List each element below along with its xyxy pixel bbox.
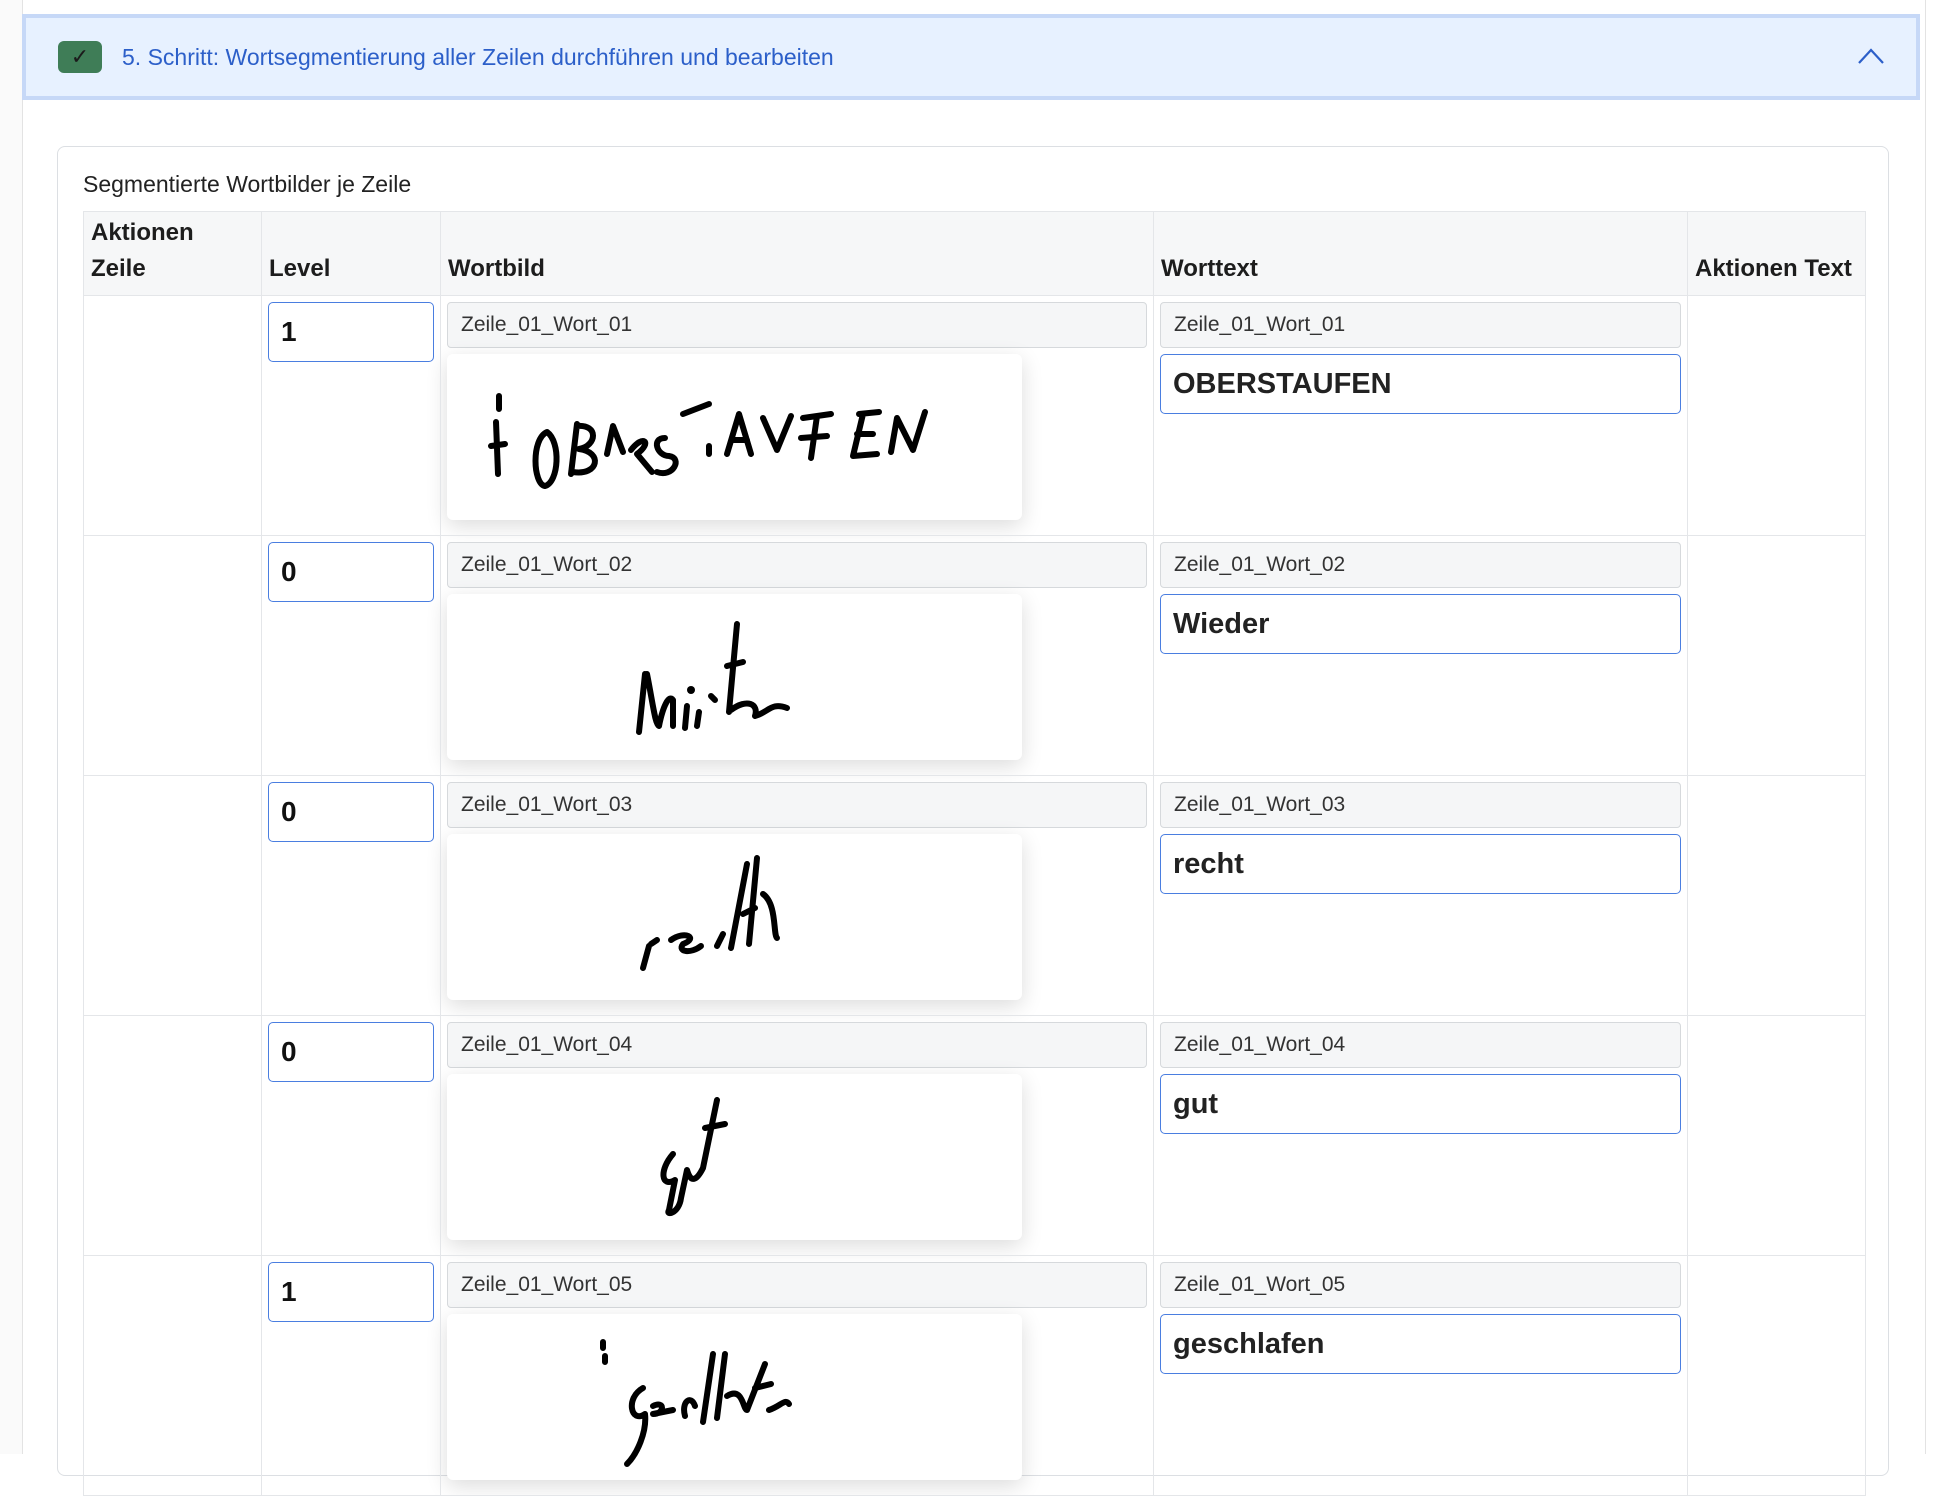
accordion-title[interactable]: 5. Schritt: Wortsegmentierung aller Zeil… <box>122 44 834 71</box>
level-cell <box>261 775 441 1016</box>
image-name-field[interactable]: Zeile_01_Wort_01 <box>447 302 1147 348</box>
word-text-input[interactable] <box>1160 354 1681 414</box>
header-wortbild: Wortbild <box>440 211 1154 296</box>
image-name-field[interactable]: Zeile_01_Wort_02 <box>447 542 1147 588</box>
table-header-row: Aktionen Zeile Level Wortbild Worttext Ak… <box>83 211 1866 296</box>
word-text-input[interactable] <box>1160 834 1681 894</box>
word-text-input[interactable] <box>1160 594 1681 654</box>
row-actions-cell <box>83 775 262 1016</box>
check-icon: ✓ <box>58 41 102 73</box>
wordimage-cell: Zeile_01_Wort_04 <box>440 1015 1154 1256</box>
level-cell <box>261 295 441 536</box>
image-name-field[interactable]: Zeile_01_Wort_04 <box>447 1022 1147 1068</box>
text-name-field[interactable]: Zeile_01_Wort_04 <box>1160 1022 1681 1068</box>
table-row: Zeile_01_Wort_02 Zeile_01_Wort_02 <box>83 535 1866 776</box>
text-actions-cell <box>1687 535 1866 776</box>
wordtext-cell: Zeile_01_Wort_04 <box>1153 1015 1688 1256</box>
word-image <box>447 1314 1022 1480</box>
level-input[interactable] <box>268 542 434 602</box>
word-image <box>447 594 1022 760</box>
level-cell <box>261 1015 441 1256</box>
text-name-field[interactable]: Zeile_01_Wort_03 <box>1160 782 1681 828</box>
segmentation-card: Segmentierte Wortbilder je Zeile Aktione… <box>57 146 1889 1496</box>
chevron-up-icon[interactable] <box>1858 48 1884 64</box>
row-actions-cell <box>83 295 262 536</box>
word-image <box>447 354 1022 520</box>
wordimage-cell: Zeile_01_Wort_05 <box>440 1255 1154 1496</box>
word-text-input[interactable] <box>1160 1074 1681 1134</box>
wordimage-cell: Zeile_01_Wort_02 <box>440 535 1154 776</box>
text-actions-cell <box>1687 1015 1866 1256</box>
accordion-header[interactable]: ✓ 5. Schritt: Wortsegmentierung aller Ze… <box>22 14 1920 100</box>
wordtext-cell: Zeile_01_Wort_03 <box>1153 775 1688 1016</box>
table-row: Zeile_01_Wort_05 Zeile_01_Wort_05 <box>83 1255 1866 1496</box>
wordtext-cell: Zeile_01_Wort_01 <box>1153 295 1688 536</box>
text-name-field[interactable]: Zeile_01_Wort_01 <box>1160 302 1681 348</box>
level-input[interactable] <box>268 782 434 842</box>
level-cell <box>261 535 441 776</box>
level-cell <box>261 1255 441 1496</box>
table-row: Zeile_01_Wort_04 Zeile_01_Wort_04 <box>83 1015 1866 1256</box>
row-actions-cell <box>83 1255 262 1496</box>
level-input[interactable] <box>268 302 434 362</box>
wordtext-cell: Zeile_01_Wort_05 <box>1153 1255 1688 1496</box>
image-name-field[interactable]: Zeile_01_Wort_05 <box>447 1262 1147 1308</box>
word-image <box>447 834 1022 1000</box>
level-input[interactable] <box>268 1262 434 1322</box>
word-image <box>447 1074 1022 1240</box>
header-aktionen-text: Aktionen Text <box>1687 211 1866 296</box>
header-worttext: Worttext <box>1153 211 1688 296</box>
text-name-field[interactable]: Zeile_01_Wort_05 <box>1160 1262 1681 1308</box>
text-actions-cell <box>1687 775 1866 1016</box>
image-name-field[interactable]: Zeile_01_Wort_03 <box>447 782 1147 828</box>
wordtext-cell: Zeile_01_Wort_02 <box>1153 535 1688 776</box>
text-name-field[interactable]: Zeile_01_Wort_02 <box>1160 542 1681 588</box>
table-row: Zeile_01_Wort_03 Zeile_01_Wort_03 <box>83 775 1866 1016</box>
word-text-input[interactable] <box>1160 1314 1681 1374</box>
wordimage-cell: Zeile_01_Wort_03 <box>440 775 1154 1016</box>
level-input[interactable] <box>268 1022 434 1082</box>
wordimage-cell: Zeile_01_Wort_01 <box>440 295 1154 536</box>
card-title: Segmentierte Wortbilder je Zeile <box>83 171 412 197</box>
row-actions-cell <box>83 1015 262 1256</box>
text-actions-cell <box>1687 1255 1866 1496</box>
header-level: Level <box>261 211 441 296</box>
header-aktionen-zeile: Aktionen Zeile <box>83 211 262 296</box>
table-row: Zeile_01_Wort_01 <box>83 295 1866 536</box>
word-table: Aktionen Zeile Level Wortbild Worttext Ak… <box>83 211 1866 1496</box>
text-actions-cell <box>1687 295 1866 536</box>
row-actions-cell <box>83 535 262 776</box>
